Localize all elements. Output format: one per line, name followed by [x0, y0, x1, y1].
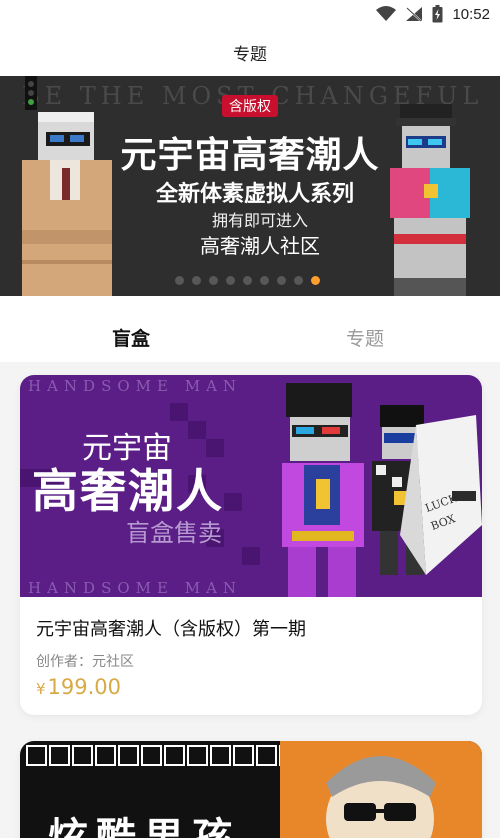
carousel-dot[interactable] [243, 276, 252, 285]
banner-carousel[interactable]: BE THE MOST CHANGEFUL 含版权 元宇宙高奢潮人 全新体素虚拟… [0, 76, 500, 296]
carousel-dot[interactable] [175, 276, 184, 285]
figure-avatar [280, 741, 482, 838]
page-title: 专题 [233, 45, 267, 65]
carousel-dot[interactable] [192, 276, 201, 285]
carousel-dot[interactable] [260, 276, 269, 285]
status-time: 10:52 [452, 5, 490, 23]
top-app-bar: 专题 [0, 30, 500, 76]
lucky-box: LUCKY BOX [400, 415, 482, 575]
product-author: 创作者：元社区 [36, 654, 134, 670]
status-bar: 10:52 [0, 0, 500, 30]
copyright-badge: 含版权 [222, 95, 278, 117]
watermark-top: HANDSOME MAN [28, 377, 243, 395]
carousel-dot-active[interactable] [311, 276, 320, 285]
image-text-line3: 盲盒售卖 [126, 519, 222, 547]
product-card[interactable]: LUCKY BOX HANDSOME MAN HANDSOME MAN 元宇宙 … [20, 375, 482, 715]
product-price: ¥199.00 [36, 675, 121, 699]
banner-subtitle: 全新体素虚拟人系列 [155, 182, 354, 207]
banner-line-3: 高奢潮人社区 [200, 234, 320, 258]
carousel-dot[interactable] [226, 276, 235, 285]
banner-line-2: 拥有即可进入 [211, 211, 308, 230]
product-image[interactable]: LUCKY BOX HANDSOME MAN HANDSOME MAN 元宇宙 … [20, 375, 482, 597]
carousel-dot[interactable] [277, 276, 286, 285]
carousel-dot[interactable] [294, 276, 303, 285]
battery-icon [432, 5, 443, 23]
tab-blind-box[interactable]: 盲盒 [109, 324, 153, 351]
price-value: 199.00 [47, 675, 122, 699]
carousel-dot[interactable] [209, 276, 218, 285]
tab-bar: 盲盒 专题 [0, 296, 500, 362]
card2-image-text: 炫酷男孩 [48, 815, 240, 838]
banner-title: 元宇宙高奢潮人 [120, 135, 380, 176]
missing-glyph-row [26, 745, 300, 766]
signal-icon [406, 7, 423, 22]
status-icons: 10:52 [376, 5, 490, 23]
tab-topics[interactable]: 专题 [346, 324, 384, 351]
image-text-line2: 高奢潮人 [32, 464, 224, 518]
product-title[interactable]: 元宇宙高奢潮人（含版权）第一期 [36, 615, 306, 641]
wifi-icon [376, 6, 397, 21]
watermark-bottom: HANDSOME MAN [28, 579, 243, 597]
product-card[interactable]: 炫酷男孩 [20, 741, 482, 838]
banner-traffic-light [25, 76, 37, 110]
carousel-indicator [175, 276, 320, 285]
currency-symbol: ¥ [36, 680, 46, 698]
